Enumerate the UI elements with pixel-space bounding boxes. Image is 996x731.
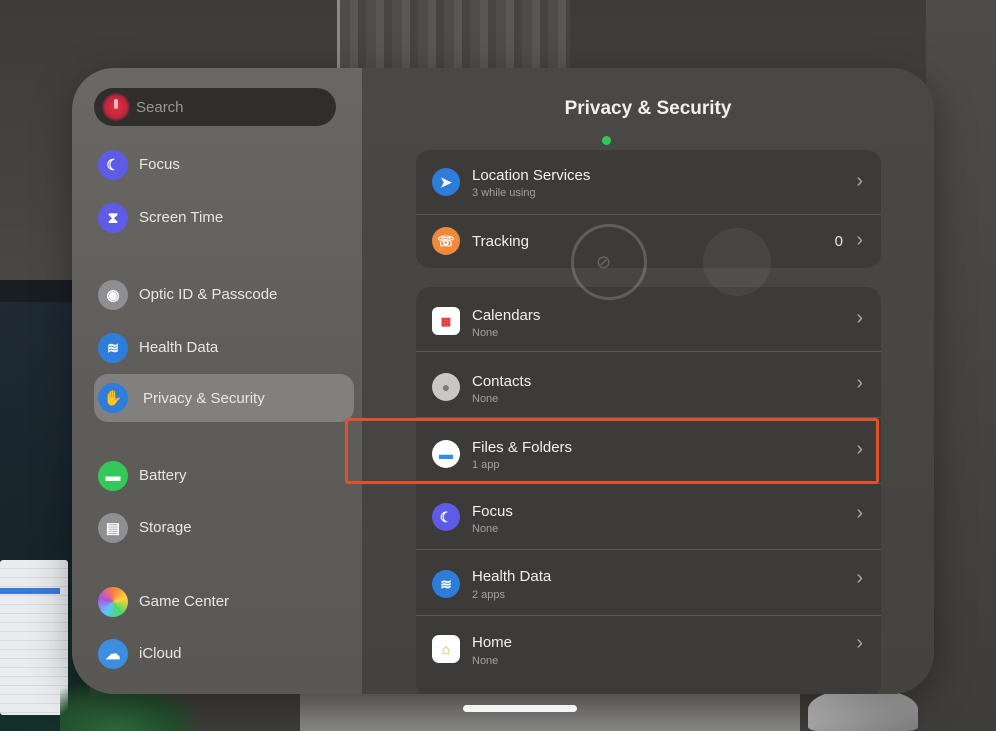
background-document (0, 560, 68, 715)
row-title: Location Services (472, 167, 591, 184)
chevron-right-icon: › (856, 307, 863, 329)
row-subtitle: None (472, 327, 499, 339)
tracking-count: 0 (834, 233, 843, 250)
chevron-right-icon: › (856, 632, 863, 654)
location-arrow-icon: ➤ (432, 168, 460, 196)
sidebar-item-label: Storage (139, 519, 192, 536)
row-subtitle: None (472, 393, 499, 405)
microphone-icon[interactable] (102, 93, 130, 121)
calendar-icon: ▦ (432, 307, 460, 335)
search-field[interactable]: Search (94, 88, 336, 126)
sidebar-item-icloud[interactable]: ☁ iCloud (98, 632, 358, 676)
row-tracking[interactable]: ☏ Tracking 0 › (416, 215, 881, 268)
sidebar-item-game-center[interactable]: Game Center (98, 580, 358, 624)
sidebar-item-label: Focus (139, 156, 180, 173)
sidebar-item-label: Health Data (139, 339, 219, 356)
chevron-right-icon: › (856, 229, 863, 251)
row-subtitle: 3 while using (472, 187, 536, 199)
row-health-data[interactable]: ≋ Health Data 2 apps › (416, 550, 881, 615)
background-lamp (808, 688, 918, 731)
settings-group-location: ➤ Location Services 3 while using › ☏ Tr… (416, 150, 881, 268)
row-title: Tracking (472, 233, 529, 250)
sidebar-item-battery[interactable]: ▬ Battery (98, 454, 358, 498)
sidebar-item-focus[interactable]: ☾ Focus (98, 143, 358, 187)
sidebar-item-health-data[interactable]: ≋ Health Data (98, 326, 358, 370)
eye-slash-icon: ⊘ (596, 252, 612, 272)
sidebar-item-optic-id[interactable]: ◉ Optic ID & Passcode (98, 273, 358, 317)
row-title: Focus (472, 503, 513, 520)
main-panel: Privacy & Security ➤ Location Services 3… (362, 68, 934, 694)
game-center-icon (98, 587, 128, 617)
row-subtitle: None (472, 655, 499, 667)
row-calendars[interactable]: ▦ Calendars None › (416, 287, 881, 351)
chevron-right-icon: › (856, 567, 863, 589)
page-title: Privacy & Security (564, 98, 732, 119)
row-subtitle: 2 apps (472, 589, 506, 601)
sidebar-item-storage[interactable]: ▤ Storage (98, 506, 358, 550)
chevron-right-icon: › (856, 170, 863, 192)
health-data-icon: ≋ (432, 570, 460, 598)
row-home[interactable]: ⌂ Home None › (416, 616, 881, 681)
row-title: Home (472, 634, 513, 651)
home-icon: ⌂ (432, 635, 460, 663)
background-wall (926, 0, 996, 731)
row-focus[interactable]: ☾ Focus None › (416, 484, 881, 549)
background-curtain (340, 0, 570, 70)
storage-icon: ▤ (98, 513, 128, 543)
row-title: Contacts (472, 373, 532, 390)
search-placeholder: Search (136, 99, 184, 116)
sidebar-item-label: Privacy & Security (143, 390, 265, 407)
row-title: Health Data (472, 568, 552, 585)
highlight-box (345, 418, 879, 484)
ghost-volume-control (703, 228, 771, 296)
chevron-right-icon: › (856, 372, 863, 394)
sidebar-item-label: Screen Time (139, 209, 224, 226)
hourglass-icon: ⧗ (98, 203, 128, 233)
moon-icon: ☾ (98, 150, 128, 180)
row-subtitle: None (472, 523, 499, 535)
sidebar: Search ☾ Focus ⧗ Screen Time ◉ Optic ID … (72, 68, 362, 694)
hand-icon: ✋ (98, 383, 128, 413)
sidebar-item-privacy-security[interactable]: ✋ Privacy & Security (94, 374, 354, 422)
health-data-icon: ≋ (98, 333, 128, 363)
sidebar-item-label: Optic ID & Passcode (139, 286, 278, 303)
battery-icon: ▬ (98, 461, 128, 491)
row-location-services[interactable]: ➤ Location Services 3 while using › (416, 150, 881, 214)
contacts-icon: ● (432, 373, 460, 401)
sidebar-item-label: Battery (139, 467, 187, 484)
sidebar-item-screen-time[interactable]: ⧗ Screen Time (98, 196, 358, 240)
window-grabber-bar[interactable] (463, 705, 577, 712)
tracking-icon: ☏ (432, 227, 460, 255)
row-title: Calendars (472, 307, 541, 324)
sidebar-item-label: iCloud (139, 645, 182, 662)
settings-group-apps: ▦ Calendars None › ● Contacts None › ▬ F… (416, 287, 881, 694)
settings-window: Search ☾ Focus ⧗ Screen Time ◉ Optic ID … (72, 68, 934, 694)
moon-icon: ☾ (432, 503, 460, 531)
chevron-right-icon: › (856, 502, 863, 524)
row-contacts[interactable]: ● Contacts None › (416, 352, 881, 417)
background-document-highlight (0, 588, 60, 594)
status-indicator-dot (602, 136, 611, 145)
icloud-icon: ☁ (98, 639, 128, 669)
sidebar-item-label: Game Center (139, 593, 230, 610)
optic-id-icon: ◉ (98, 280, 128, 310)
